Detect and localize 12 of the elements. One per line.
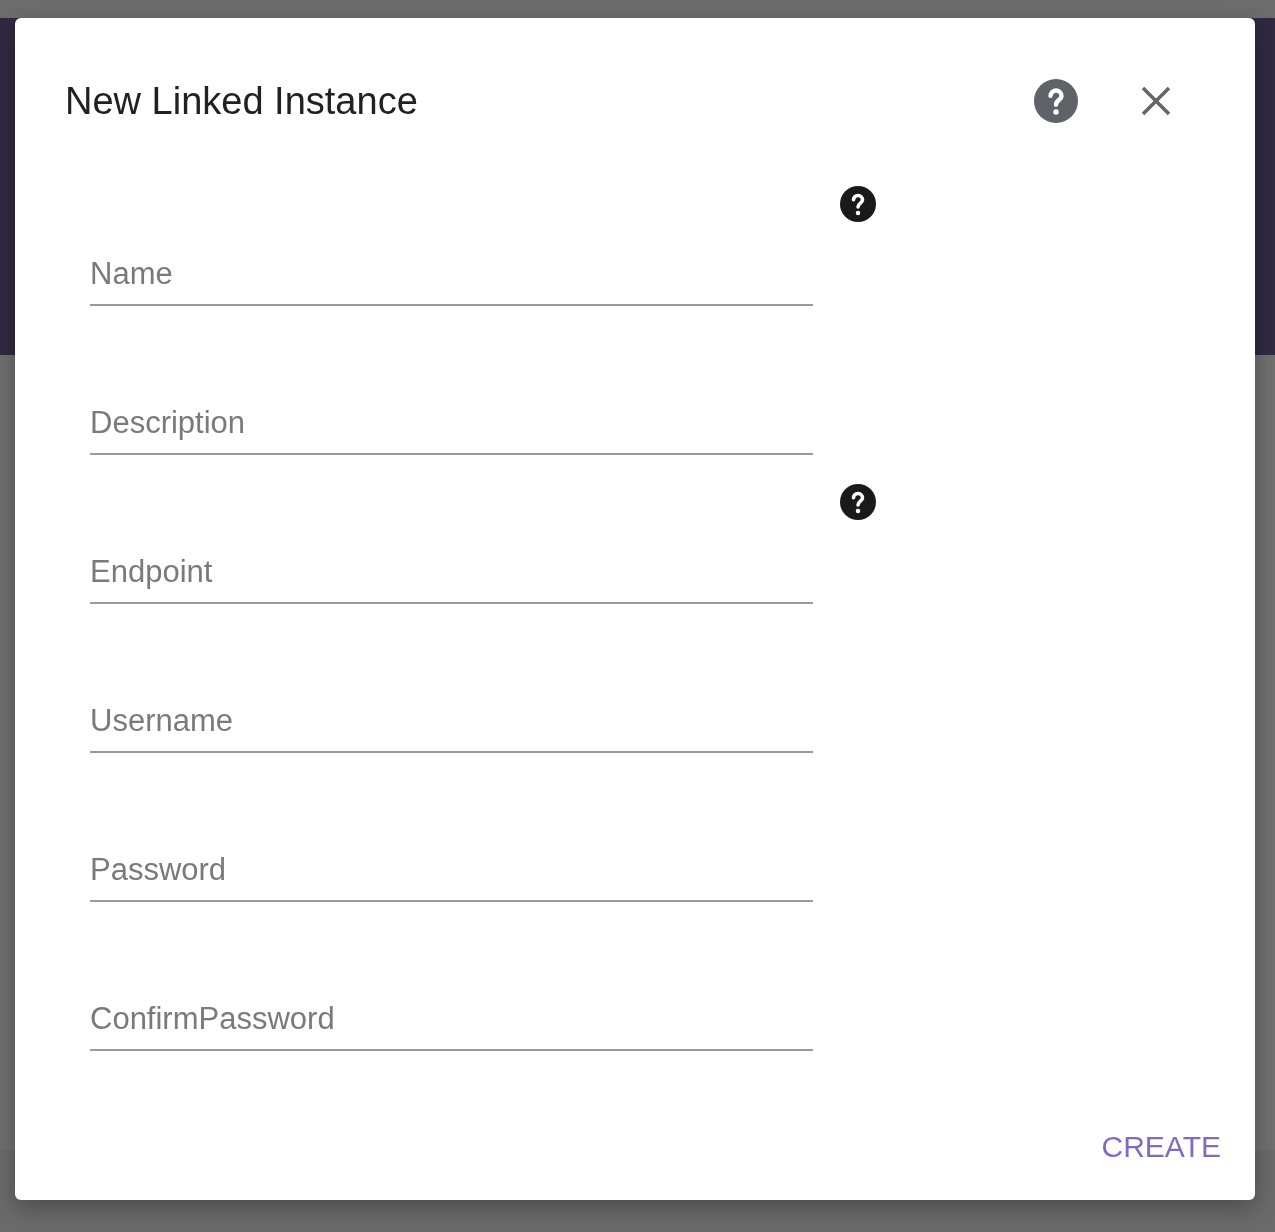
dialog-title: New Linked Instance [65, 79, 419, 123]
help-icon[interactable] [840, 186, 876, 222]
input-field[interactable]: Description [90, 393, 813, 455]
input-field[interactable]: ConfirmPassword [90, 989, 813, 1051]
input-field[interactable]: Endpoint [90, 542, 813, 604]
help-icon[interactable] [1034, 79, 1078, 123]
input-field[interactable]: Username [90, 691, 813, 753]
close-icon[interactable] [1140, 85, 1172, 117]
input-field[interactable]: Name [90, 244, 813, 306]
create-button[interactable]: CREATE [1093, 1122, 1229, 1172]
help-icon[interactable] [840, 484, 876, 520]
input-field[interactable]: Password [90, 840, 813, 902]
